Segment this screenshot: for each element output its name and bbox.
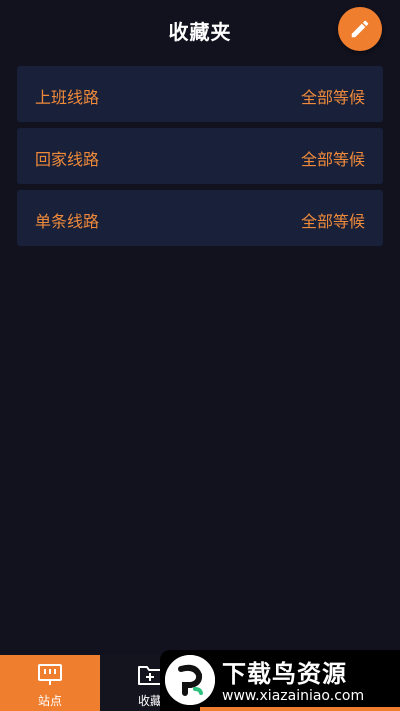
route-status: 全部等候 [300,88,365,107]
watermark: 下载鸟资源 www.xiazainiao.com [160,650,400,711]
header: 收藏夹 [0,0,400,62]
route-status: 全部等候 [300,212,365,231]
pencil-icon [351,20,369,38]
watermark-url: www.xiazainiao.com [222,688,365,704]
watermark-logo [165,655,215,705]
route-name: 回家线路 [35,150,100,169]
tab-label: 站点 [37,694,62,708]
watermark-title: 下载鸟资源 [222,660,347,688]
route-item-home[interactable]: 回家线路 全部等候 [17,128,383,184]
tab-label: 收藏 [137,694,162,708]
route-item-commute[interactable]: 上班线路 全部等候 [17,66,383,122]
edit-button[interactable] [338,7,382,51]
route-status: 全部等候 [300,150,365,169]
route-item-single[interactable]: 单条线路 全部等候 [17,190,383,246]
route-name: 单条线路 [35,212,100,231]
tab-stations[interactable]: 站点 [0,655,100,711]
bird-logo-icon [165,655,215,705]
route-name: 上班线路 [35,88,100,107]
bus-stop-icon [38,664,62,685]
route-list: 上班线路 全部等候 回家线路 全部等候 单条线路 全部等候 [17,66,383,252]
watermark-underline [200,707,400,711]
